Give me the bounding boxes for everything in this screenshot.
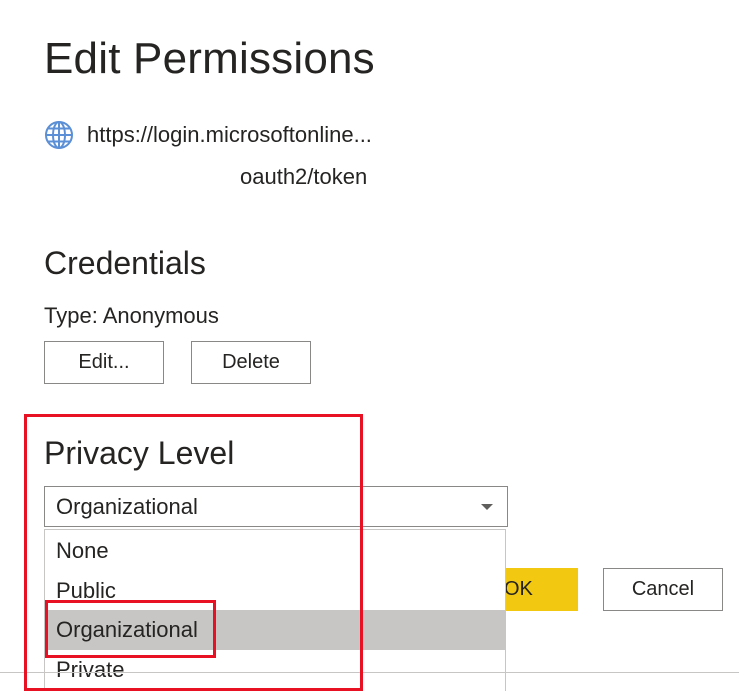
- dialog-title: Edit Permissions: [44, 34, 375, 83]
- privacy-level-select[interactable]: Organizational: [44, 486, 508, 527]
- privacy-option-public[interactable]: Public: [45, 571, 505, 611]
- cancel-button[interactable]: Cancel: [603, 568, 723, 611]
- privacy-option-private[interactable]: Private: [45, 650, 505, 690]
- privacy-option-organizational[interactable]: Organizational: [45, 610, 505, 650]
- privacy-level-heading: Privacy Level: [44, 435, 235, 471]
- privacy-option-none[interactable]: None: [45, 531, 505, 571]
- caret-down-icon: [481, 504, 493, 510]
- edit-credentials-button[interactable]: Edit...: [44, 341, 164, 384]
- credentials-type: Type: Anonymous: [44, 303, 219, 328]
- data-source-url-path: oauth2/token: [240, 164, 368, 189]
- globe-icon: [45, 121, 73, 149]
- delete-credentials-button[interactable]: Delete: [191, 341, 311, 384]
- credentials-heading: Credentials: [44, 245, 206, 281]
- privacy-level-selected-value: Organizational: [56, 493, 198, 519]
- divider: [0, 672, 739, 673]
- data-source-url: https://login.microsoftonline...: [87, 122, 372, 147]
- privacy-level-dropdown-list: None Public Organizational Private: [44, 529, 506, 691]
- edit-permissions-dialog: Edit Permissions https://login.microsoft…: [0, 0, 739, 691]
